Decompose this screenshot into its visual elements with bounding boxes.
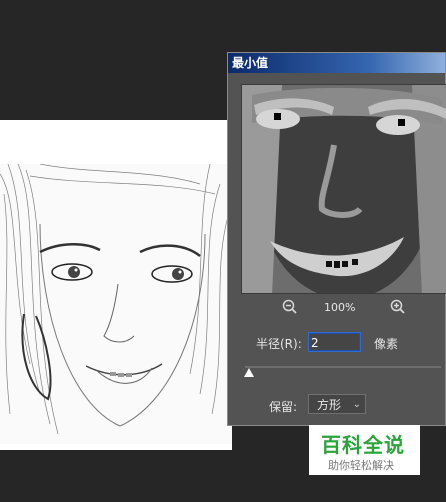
zoom-controls: 100% xyxy=(228,298,446,318)
slider-thumb-icon[interactable] xyxy=(243,368,254,377)
watermark-subtitle: 助你轻松解决 xyxy=(328,459,394,472)
radius-label: 半径(R): xyxy=(256,337,302,351)
radius-unit: 像素 xyxy=(374,337,399,351)
preserve-select[interactable]: 方形 ⌄ xyxy=(308,394,366,414)
preserve-selected-value: 方形 xyxy=(317,398,342,412)
preview-face-image xyxy=(242,85,446,293)
filter-preview[interactable] xyxy=(241,84,446,294)
workspace-canvas: 最小值 100% 半径(R): 2 像素 保留: 方形 ⌄ 百科全说 助你轻松解… xyxy=(0,0,446,502)
watermark-logo: 百科全说 助你轻松解决 xyxy=(309,425,420,475)
zoom-in-icon[interactable] xyxy=(389,298,407,316)
document-image xyxy=(0,120,232,450)
sketch-portrait xyxy=(0,164,232,444)
preserve-label: 保留: xyxy=(269,400,298,414)
zoom-level: 100% xyxy=(324,301,356,314)
watermark-title: 百科全说 xyxy=(321,433,405,457)
minimum-filter-dialog: 最小值 100% 半径(R): 2 像素 保留: 方形 ⌄ xyxy=(227,52,446,426)
radius-input[interactable]: 2 xyxy=(308,332,361,352)
dialog-title[interactable]: 最小值 xyxy=(228,53,445,73)
chevron-down-icon: ⌄ xyxy=(352,399,361,410)
zoom-out-icon[interactable] xyxy=(281,298,299,316)
radius-slider-track[interactable] xyxy=(245,366,441,368)
